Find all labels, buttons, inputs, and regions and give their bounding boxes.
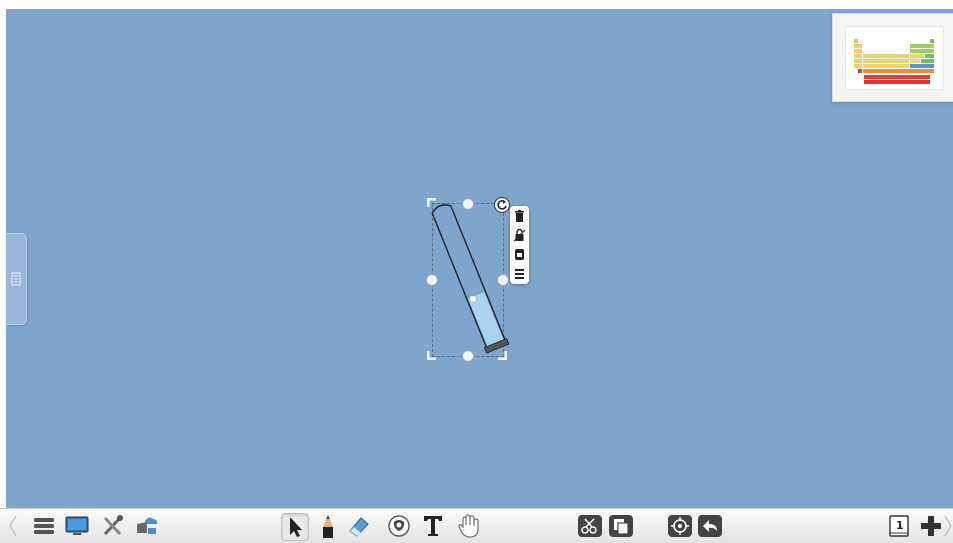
corner-handle-top-left[interactable] [427, 198, 437, 208]
clone-icon[interactable] [512, 247, 527, 262]
eraser-icon [349, 517, 369, 537]
corner-handle-bottom-right[interactable] [497, 350, 507, 360]
text-tool-button[interactable] [420, 513, 446, 539]
periodic-table-thumbnail [845, 26, 944, 90]
plus-icon [921, 516, 941, 536]
resize-handle-bottom[interactable] [462, 350, 474, 362]
hand-icon [458, 514, 479, 538]
page-number: 1 [896, 519, 904, 532]
scissors-icon [578, 515, 602, 537]
side-drawer-tab[interactable] [6, 233, 27, 325]
menu-icon[interactable] [512, 266, 527, 281]
main-menu-button[interactable] [31, 513, 57, 539]
select-icon [290, 517, 302, 537]
corner-handle-bottom-left[interactable] [427, 350, 437, 360]
pen-tool-button[interactable] [315, 513, 341, 539]
shape-tool-button[interactable] [386, 513, 412, 539]
undo-icon [698, 515, 722, 537]
menu-icon [34, 518, 54, 534]
resize-handle-left[interactable] [426, 274, 438, 286]
copy-icon [609, 515, 633, 537]
undo-button[interactable] [697, 513, 723, 539]
tools-icon [103, 515, 123, 536]
copy-button[interactable] [608, 513, 634, 539]
shape-icon [388, 515, 410, 537]
periodic-table-image [854, 39, 934, 84]
page-number-button[interactable]: 1 [887, 513, 913, 539]
add-page-button[interactable] [918, 513, 944, 539]
rotate-handle[interactable] [494, 197, 510, 213]
unlock-icon[interactable] [512, 228, 527, 243]
rotate-icon [497, 200, 507, 210]
tools-button[interactable] [100, 513, 126, 539]
resize-handle-right[interactable] [497, 274, 509, 286]
pen-icon [323, 515, 333, 538]
eraser-tool-button[interactable] [346, 513, 372, 539]
bottom-toolbar: 1 [0, 508, 953, 543]
display-button[interactable] [64, 513, 90, 539]
trash-icon[interactable] [512, 209, 527, 224]
text-icon [424, 516, 442, 536]
target-icon [668, 515, 692, 537]
target-button[interactable] [667, 513, 693, 539]
cloud-icon [137, 517, 158, 534]
object-context-menu [510, 206, 529, 284]
resize-handle-top[interactable] [462, 198, 474, 210]
page-thumbnail[interactable] [832, 13, 953, 102]
grip-icon [11, 272, 21, 286]
cloud-button[interactable] [134, 513, 160, 539]
display-icon [65, 516, 89, 535]
scissors-button[interactable] [577, 513, 603, 539]
toolbar-scroll-right-icon[interactable] [943, 515, 953, 537]
hand-tool-button[interactable] [456, 513, 482, 539]
select-tool-button[interactable] [281, 513, 309, 541]
toolbar-scroll-left-icon[interactable] [8, 515, 18, 537]
